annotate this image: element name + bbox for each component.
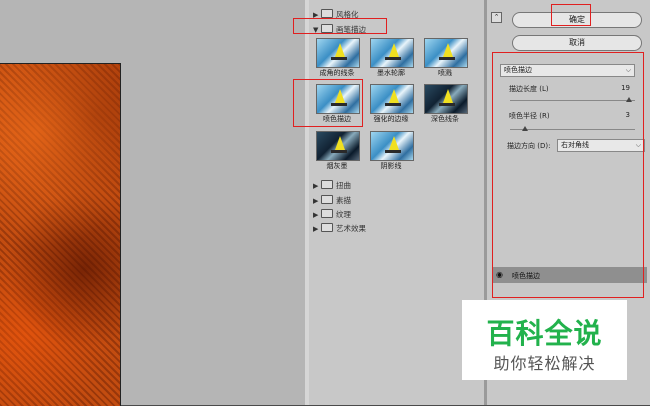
collapse-icon: ⌃ [493,13,500,21]
folder-icon [321,9,333,18]
folder-icon [321,209,333,218]
thumb-label: 强化的边缘 [373,115,409,123]
highlight-category [293,18,387,34]
thumb-ink-outlines[interactable] [370,38,414,68]
triangle-right-icon: ▶ [313,225,319,233]
thumb-sumi-e[interactable] [316,131,360,161]
category-distort[interactable]: ▶ 扭曲 [313,179,351,192]
thumb-label: 烟灰墨 [326,162,348,170]
thumb-spatter[interactable] [424,38,468,68]
category-sketch[interactable]: ▶ 素描 [313,194,351,207]
preview-image [0,63,121,406]
thumb-crosshatch[interactable] [370,131,414,161]
thumb-label: 喷溅 [438,69,452,77]
thumb-label: 墨水轮廓 [377,69,405,77]
highlight-settings [492,52,644,298]
highlight-ok [551,4,591,26]
filter-gallery: ▶ 风格化 ▼ 画笔描边 成角的线条 墨水轮廓 喷溅 喷色描边 强化的边缘 深色线条… [309,0,484,405]
watermark-title: 百科全说 [486,317,603,350]
folder-icon [321,223,333,232]
thumb-label: 深色线条 [431,115,459,123]
folder-icon [321,180,333,189]
watermark-subtitle: 助你轻松解决 [493,354,596,373]
thumb-accented-edges[interactable] [370,84,414,114]
triangle-right-icon: ▶ [313,211,319,219]
triangle-right-icon: ▶ [313,182,319,190]
category-artistic[interactable]: ▶ 艺术效果 [313,222,366,235]
thumb-dark-strokes[interactable] [424,84,468,114]
thumb-angled-strokes[interactable] [316,38,360,68]
thumb-label: 阴影线 [380,162,402,170]
triangle-right-icon: ▶ [313,197,319,205]
collapse-gallery-button[interactable]: ⌃ [491,12,502,23]
thumb-label: 成角的线条 [319,69,355,77]
highlight-thumbnail [293,79,363,127]
category-texture[interactable]: ▶ 纹理 [313,208,351,221]
cancel-button[interactable]: 取消 [512,35,642,51]
folder-icon [321,195,333,204]
